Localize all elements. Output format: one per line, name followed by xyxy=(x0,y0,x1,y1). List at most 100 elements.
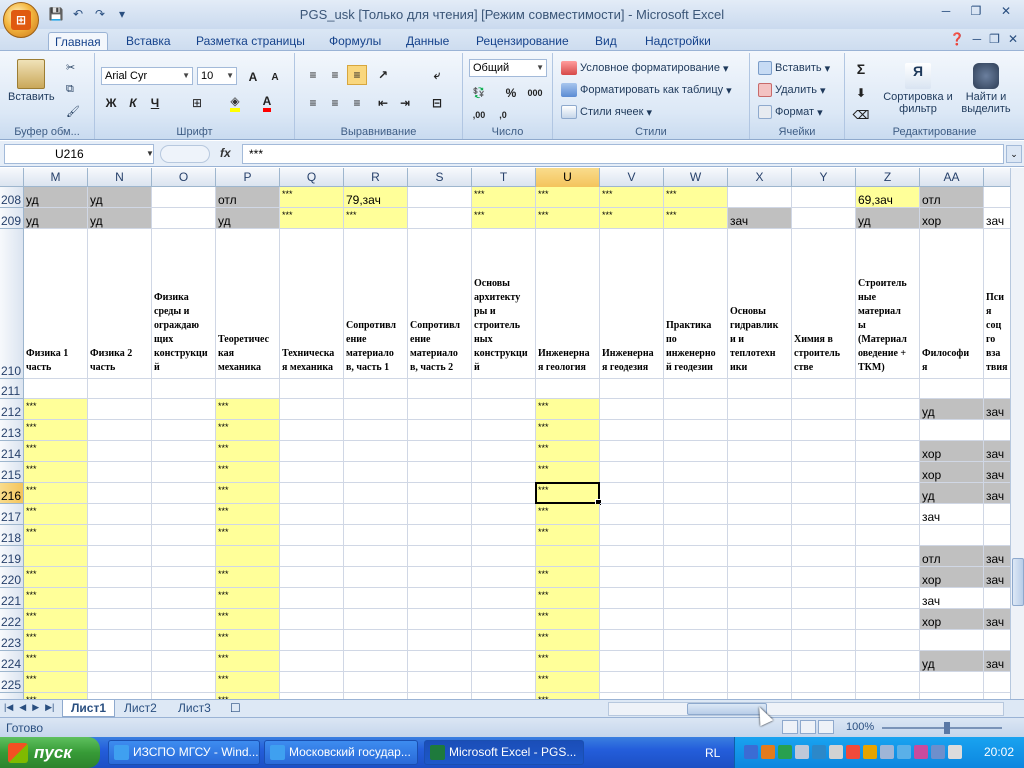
row-header[interactable]: 216 xyxy=(0,483,24,504)
grid-cell[interactable]: уд xyxy=(920,651,984,672)
grid-cell[interactable] xyxy=(920,525,984,546)
column-header[interactable]: P xyxy=(216,168,280,187)
grid-cell[interactable]: зач xyxy=(920,588,984,609)
grid-cell[interactable] xyxy=(88,546,152,567)
grid-cell[interactable] xyxy=(408,651,472,672)
grid-cell[interactable] xyxy=(472,630,536,651)
grid-cell[interactable] xyxy=(472,546,536,567)
column-header[interactable]: S xyxy=(408,168,472,187)
grid-cell[interactable] xyxy=(664,567,728,588)
grid-cell[interactable] xyxy=(472,420,536,441)
merge-center-icon[interactable]: ⊟ xyxy=(427,93,447,113)
column-header[interactable]: R xyxy=(344,168,408,187)
grid-cell[interactable] xyxy=(152,546,216,567)
grid-cell[interactable]: Физика среды и ограждаю щих конструкци й xyxy=(152,229,216,379)
grid-cell[interactable] xyxy=(152,462,216,483)
grid-cell[interactable] xyxy=(728,504,792,525)
row-header[interactable]: 209 xyxy=(0,208,24,229)
grid-cell[interactable] xyxy=(344,567,408,588)
grid-cell[interactable] xyxy=(472,609,536,630)
grid-cell[interactable]: *** xyxy=(216,630,280,651)
grid-cell[interactable]: *** xyxy=(664,187,728,208)
grid-cell[interactable] xyxy=(472,379,536,399)
grid-cell[interactable] xyxy=(408,462,472,483)
grid-cell[interactable]: уд xyxy=(88,208,152,229)
grid-cell[interactable] xyxy=(344,483,408,504)
grid-cell[interactable] xyxy=(472,462,536,483)
grid-cell[interactable] xyxy=(856,672,920,693)
grid-cell[interactable]: Основы гидравлик и и теплотехн ики xyxy=(728,229,792,379)
grid-cell[interactable] xyxy=(792,483,856,504)
thousands-icon[interactable]: 000 xyxy=(525,83,545,103)
grid-cell[interactable] xyxy=(920,379,984,399)
grid-cell[interactable] xyxy=(664,609,728,630)
grid-cell[interactable]: *** xyxy=(536,525,600,546)
orientation-icon[interactable]: ↗ xyxy=(373,65,393,85)
column-header[interactable]: Z xyxy=(856,168,920,187)
clear-icon[interactable]: ⌫ xyxy=(851,105,871,125)
tray-app-icon[interactable] xyxy=(812,745,826,759)
grid-cell[interactable] xyxy=(600,399,664,420)
grid-cell[interactable] xyxy=(408,609,472,630)
grid-cell[interactable] xyxy=(152,208,216,229)
grid-cell[interactable]: *** xyxy=(216,609,280,630)
grid-cell[interactable] xyxy=(88,399,152,420)
grid-cell[interactable]: Инженерна я геодезия xyxy=(600,229,664,379)
grid-cell[interactable] xyxy=(88,672,152,693)
grid-cell[interactable] xyxy=(856,525,920,546)
grid-cell[interactable]: *** xyxy=(536,630,600,651)
grid-cell[interactable] xyxy=(408,630,472,651)
fill-color-icon[interactable]: ◈ xyxy=(225,93,245,113)
restore-icon[interactable]: ❐ xyxy=(962,2,990,20)
grid-cell[interactable]: хор xyxy=(920,609,984,630)
grid-cell[interactable] xyxy=(856,546,920,567)
grid-cell[interactable] xyxy=(344,630,408,651)
grid-cell[interactable] xyxy=(216,546,280,567)
grid-cell[interactable] xyxy=(856,420,920,441)
grid-cell[interactable] xyxy=(344,525,408,546)
column-header[interactable]: M xyxy=(24,168,88,187)
grid-cell[interactable] xyxy=(664,651,728,672)
grid-cell[interactable] xyxy=(152,630,216,651)
grid-cell[interactable] xyxy=(664,504,728,525)
grid-cell[interactable] xyxy=(792,420,856,441)
grid-cell[interactable] xyxy=(344,546,408,567)
grid-cell[interactable] xyxy=(280,567,344,588)
grid-cell[interactable]: уд xyxy=(24,187,88,208)
grid-cell[interactable]: *** xyxy=(24,630,88,651)
help-icon[interactable]: ❓ xyxy=(950,32,965,46)
grid-cell[interactable] xyxy=(152,651,216,672)
delete-cells-button[interactable]: Удалить ▾ xyxy=(758,83,826,97)
grid-cell[interactable] xyxy=(664,462,728,483)
grid-cell[interactable]: Теоретичес кая механика xyxy=(216,229,280,379)
select-all-corner[interactable] xyxy=(0,168,24,187)
align-top-icon[interactable]: ≡ xyxy=(303,65,323,85)
grid-cell[interactable]: *** xyxy=(536,187,600,208)
tab-addins[interactable]: Надстройки xyxy=(639,32,717,51)
grid-cell[interactable]: Практика по инженерно й геодезии xyxy=(664,229,728,379)
chevron-down-icon[interactable]: ▼ xyxy=(146,149,154,158)
grid-cell[interactable] xyxy=(152,609,216,630)
grid-cell[interactable]: Техническа я механика xyxy=(280,229,344,379)
sheet-tab-3[interactable]: Лист3 xyxy=(170,700,219,717)
grid-cell[interactable] xyxy=(472,672,536,693)
grid-cell[interactable]: *** xyxy=(24,672,88,693)
grid-cell[interactable]: Химия в строитель стве xyxy=(792,229,856,379)
grid-cell[interactable]: *** xyxy=(216,420,280,441)
grid-cell[interactable] xyxy=(920,672,984,693)
grid-cell[interactable] xyxy=(728,546,792,567)
grid-cell[interactable]: *** xyxy=(216,525,280,546)
grid-cell[interactable] xyxy=(728,630,792,651)
grid-cell[interactable] xyxy=(88,651,152,672)
grid-cell[interactable]: *** xyxy=(24,504,88,525)
grid-cell[interactable]: *** xyxy=(536,567,600,588)
close-icon[interactable]: ✕ xyxy=(1008,32,1018,46)
grid-cell[interactable]: зач xyxy=(920,504,984,525)
grid-cell[interactable] xyxy=(280,420,344,441)
align-right-icon[interactable]: ≡ xyxy=(347,93,367,113)
grid-cell[interactable] xyxy=(600,525,664,546)
grid-cell[interactable] xyxy=(280,588,344,609)
grid-cell[interactable] xyxy=(536,379,600,399)
grid-cell[interactable]: уд xyxy=(88,187,152,208)
grid-cell[interactable] xyxy=(280,504,344,525)
